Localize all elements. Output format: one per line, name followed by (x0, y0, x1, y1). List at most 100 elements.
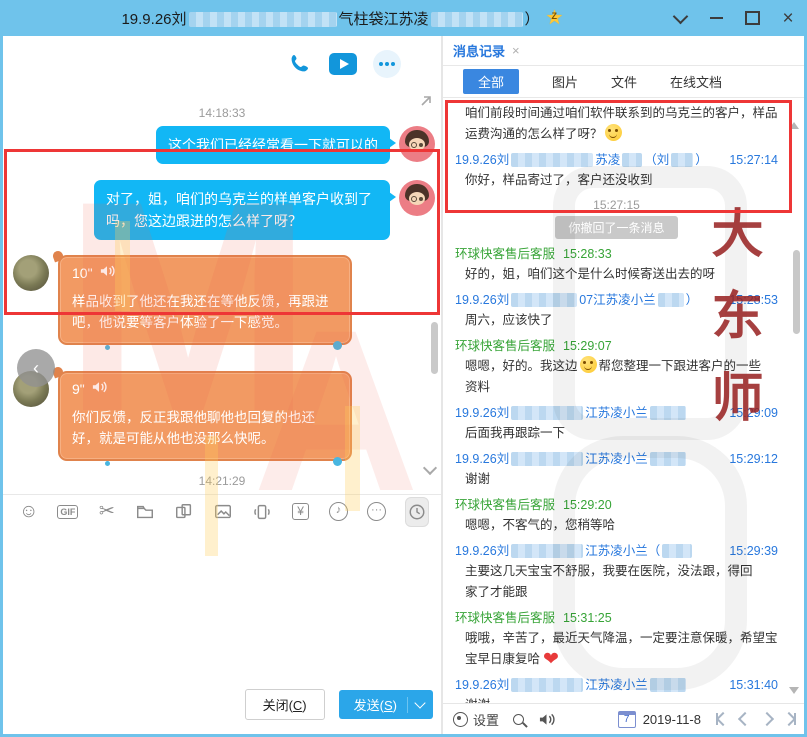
voice-duration: 9" (72, 381, 85, 397)
voice-message-bubble[interactable]: 9" 你们反馈，反正我跟他聊他也回复的也还好，就是可能从他也没那么快呢。 (58, 371, 352, 461)
screenshot-icon[interactable]: ✂ (97, 500, 116, 524)
collage-icon[interactable] (174, 500, 194, 524)
prev-page-button[interactable] (740, 714, 750, 724)
voice-call-button[interactable] (285, 50, 313, 78)
sender-name: 环球快客售后客服 (455, 244, 555, 264)
avatar[interactable] (399, 180, 435, 216)
message-input[interactable] (3, 528, 441, 678)
message-line: 嗯嗯，不客气的，您稍等哈 (455, 515, 778, 536)
blurred-text-mask (658, 293, 684, 307)
masked-text-part: 19.9.26刘 (455, 150, 509, 170)
ellipsis-icon (373, 50, 401, 78)
message-line: 家了才能跟 (455, 582, 778, 603)
message-line: 周六，应该快了 (455, 310, 778, 331)
avatar-face (409, 138, 425, 151)
emoji-icon[interactable]: ☺ (19, 500, 38, 524)
message-time: 15:29:20 (563, 495, 612, 515)
minimize-button[interactable] (703, 5, 729, 31)
more-icon[interactable]: ··· (367, 500, 386, 524)
message-line: 谢谢 (455, 469, 778, 490)
close-button[interactable]: × (775, 5, 801, 31)
masked-text-part: 江苏凌小兰 (585, 449, 648, 469)
sender-header: 19.9.26刘07江苏凌小兰）15:28:53 (455, 290, 778, 310)
voice-transcript: 样品收到了他还在我还在等他反馈，再跟进吧，他说要等客户体验了一下感觉。 (72, 291, 338, 333)
masked-text-part: 19.9.26刘 (455, 675, 509, 695)
masked-text-part: 19.9.26刘 (455, 290, 509, 310)
chat-more-button[interactable] (373, 50, 401, 78)
filter-files[interactable]: 文件 (611, 72, 637, 91)
chat-header (3, 36, 441, 104)
message-list: 14:18:33这个我们已经经常看一下就可以的对了，姐，咱们的乌克兰的样单客户收… (3, 104, 441, 494)
history-scrollbar-thumb[interactable] (793, 250, 800, 334)
filter-images[interactable]: 图片 (552, 72, 578, 91)
sender-name: 环球快客售后客服 (455, 608, 555, 628)
sender-header: 19.9.26刘江苏凌小兰15:31:40 (455, 675, 778, 695)
target-icon (453, 712, 468, 727)
search-icon[interactable] (513, 714, 524, 725)
sender-header: 19.9.26刘江苏凌小兰（15:29:39 (455, 541, 778, 561)
send-options-chevron-icon[interactable] (414, 697, 425, 708)
gif-icon[interactable]: GIF (57, 500, 78, 524)
blurred-text-mask (511, 406, 583, 420)
chevron-down-icon[interactable] (667, 5, 693, 31)
blurred-text-mask (189, 12, 337, 27)
voice-transcript: 你们反馈，反正我跟他聊他也回复的也还好，就是可能从他也没那么快呢。 (72, 407, 338, 449)
masked-text-part: 07江苏凌小兰 (579, 290, 655, 310)
maximize-button[interactable] (739, 5, 765, 31)
blurred-text-mask (662, 544, 692, 558)
masked-text-part: 19.9.26刘 (455, 403, 509, 423)
voice-message-bubble[interactable]: 10" 样品收到了他还在我还在等他反馈，再跟进吧，他说要等客户体验了一下感觉。 (58, 255, 352, 345)
filter-docs[interactable]: 在线文档 (670, 72, 722, 91)
avatar[interactable] (399, 126, 435, 162)
blurred-text-mask (511, 452, 583, 466)
chat-timestamp: 14:21:29 (3, 474, 441, 488)
scroll-up-arrow[interactable] (789, 122, 799, 129)
message-line: 哦哦，辛苦了，最近天气降温，一定要注意保暖，希望宝 (455, 628, 778, 649)
message-manager-button[interactable]: 设置 (453, 710, 499, 729)
message-line: 咱们前段时间通过咱们软件联系到的乌克兰的客户，样品 (455, 103, 778, 124)
video-call-button[interactable] (329, 50, 357, 78)
voice-header: 9" (72, 380, 338, 397)
history-bottom-bar: 设置 7 2019-11-8 (443, 703, 804, 734)
shake-icon[interactable] (252, 500, 272, 524)
message-time: 15:29:09 (729, 403, 778, 423)
center-timestamp: 15:27:15 (455, 198, 778, 212)
scroll-to-bottom-icon[interactable] (425, 460, 435, 478)
current-date[interactable]: 2019-11-8 (643, 712, 701, 727)
masked-text-part: 19.9.26刘 (121, 11, 186, 28)
speaker-icon (99, 264, 115, 281)
masked-text-part: 江苏凌小兰 (585, 403, 648, 423)
chat-scrollbar-thumb[interactable] (431, 322, 438, 374)
image-icon[interactable] (213, 500, 233, 524)
history-clock-icon[interactable] (405, 497, 429, 527)
message-time: 15:28:33 (563, 244, 612, 264)
first-page-button[interactable] (716, 713, 728, 725)
calendar-icon[interactable]: 7 (618, 711, 636, 728)
last-page-button[interactable] (784, 713, 796, 725)
red-packet-icon[interactable]: ¥ (291, 500, 310, 524)
recall-pill: 你撤回了一条消息 (555, 216, 677, 239)
message-line: 你好，样品寄过了，客户还没收到 (455, 170, 778, 191)
message-row: 这个我们已经经常看一下就可以的 (3, 126, 441, 164)
voice-duration: 10" (72, 265, 93, 281)
collapse-panel-button[interactable]: ‹ (17, 349, 55, 387)
audio-icon[interactable]: ♪ (329, 500, 348, 524)
scroll-down-arrow[interactable] (789, 687, 799, 694)
sender-header: 环球快客售后客服15:29:20 (455, 495, 778, 515)
message-line: 宝早日康复哈❤ (455, 649, 778, 670)
send-button[interactable]: 发送(S) (339, 690, 433, 719)
tab-message-record[interactable]: 消息记录× (453, 41, 520, 60)
close-tab-icon[interactable]: × (512, 43, 520, 58)
close-chat-button[interactable]: 关闭(C) (245, 689, 325, 720)
history-panel: 消息记录× 全部 图片 文件 在线文档 咱们前段时间通过咱们软件联系到的乌克兰的… (443, 36, 804, 734)
message-time: 15:28:53 (729, 290, 778, 310)
avatar[interactable] (13, 255, 49, 291)
speaker-icon[interactable] (538, 712, 555, 727)
file-icon[interactable] (135, 500, 155, 524)
voice-header: 10" (72, 264, 338, 281)
next-page-button[interactable] (762, 714, 772, 724)
history-tab-bar: 消息记录× (443, 36, 804, 66)
filter-all[interactable]: 全部 (463, 69, 519, 94)
sender-header: 环球快客售后客服15:29:07 (455, 336, 778, 356)
message-row: 对了，姐，咱们的乌克兰的样单客户收到了吗，您这边跟进的怎么样了呀？ (3, 180, 441, 240)
